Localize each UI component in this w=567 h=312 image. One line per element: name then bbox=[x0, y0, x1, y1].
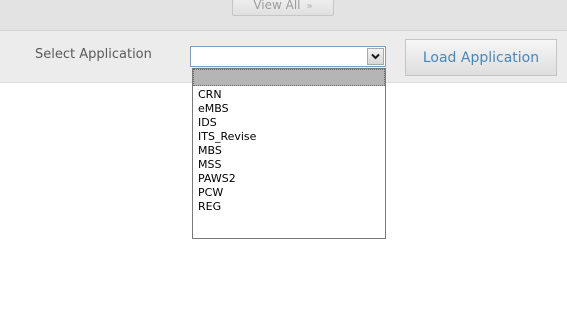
chevron-down-icon bbox=[371, 53, 380, 60]
load-application-label: Load Application bbox=[422, 49, 540, 66]
dropdown-option[interactable]: CRN bbox=[193, 88, 385, 102]
application-dropdown-list: CRN eMBS IDS ITS_Revise MBS MSS PAWS2 PC… bbox=[192, 68, 386, 239]
dropdown-option[interactable]: MSS bbox=[193, 158, 385, 172]
dropdown-option[interactable]: eMBS bbox=[193, 102, 385, 116]
dropdown-option[interactable]: PAWS2 bbox=[193, 172, 385, 186]
select-application-label: Select Application bbox=[35, 47, 152, 62]
dropdown-toggle-button[interactable] bbox=[367, 48, 384, 65]
double-chevron-right-icon: » bbox=[306, 1, 313, 12]
options-list: CRN eMBS IDS ITS_Revise MBS MSS PAWS2 PC… bbox=[193, 88, 385, 214]
dropdown-option[interactable]: REG bbox=[193, 200, 385, 214]
dropdown-option-blank[interactable] bbox=[193, 69, 385, 86]
view-all-button[interactable]: View All » bbox=[232, 0, 334, 16]
dropdown-option[interactable]: MBS bbox=[193, 144, 385, 158]
top-toolbar: View All » bbox=[0, 0, 567, 31]
dropdown-option[interactable]: ITS_Revise bbox=[193, 130, 385, 144]
application-select[interactable] bbox=[190, 46, 386, 67]
dropdown-option[interactable]: PCW bbox=[193, 186, 385, 200]
view-all-label: View All bbox=[253, 0, 301, 12]
load-application-button[interactable]: Load Application bbox=[405, 39, 557, 76]
dropdown-option[interactable]: IDS bbox=[193, 116, 385, 130]
